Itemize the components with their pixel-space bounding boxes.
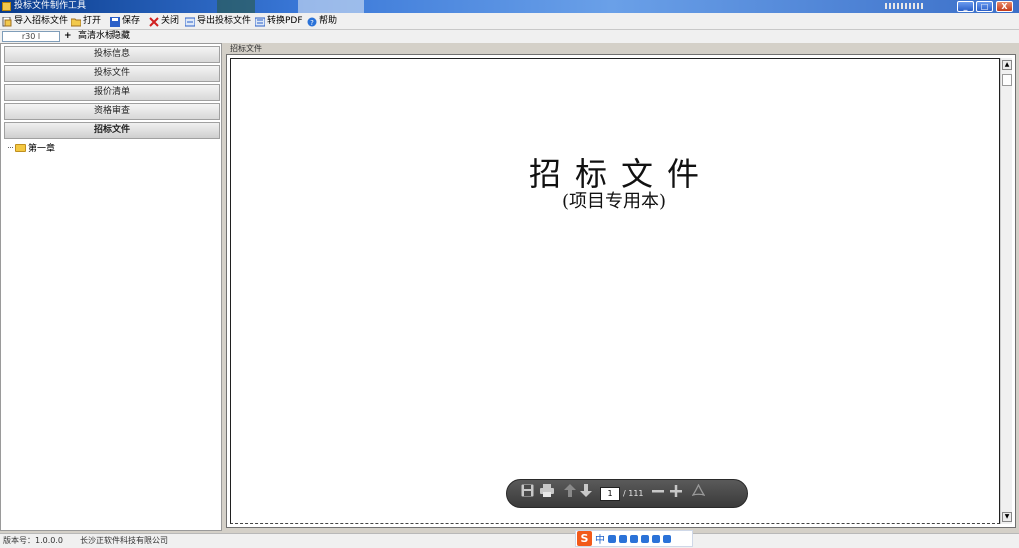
sidebar-item-bid-info[interactable]: 投标信息 <box>4 46 220 63</box>
document-subtitle: (项目专用本) <box>561 191 667 212</box>
save-button[interactable]: 保存 <box>110 15 140 28</box>
zoom-out-icon[interactable] <box>651 479 664 508</box>
open-button[interactable]: 打开 <box>70 15 102 28</box>
tree-node[interactable]: 第一章 <box>8 141 55 154</box>
ime-toolbar: S 中 <box>575 530 693 547</box>
maximize-button[interactable]: □ <box>976 1 993 12</box>
help-icon: ? <box>307 17 317 27</box>
moon-icon[interactable] <box>608 534 616 543</box>
open-label: 打开 <box>83 16 102 26</box>
keyboard-icon[interactable] <box>630 534 638 543</box>
user-icon[interactable] <box>641 534 649 543</box>
hd-watermark-option[interactable]: 高清水标 <box>78 30 114 43</box>
folder-icon <box>15 143 26 152</box>
pdf-toolbar: 1 / 111 <box>506 479 748 508</box>
status-bar: 版本号：1.0.0.0 长沙正软件科技有限公司 <box>0 533 1019 548</box>
options-row: r30 l + 高清水标 隐藏 <box>0 30 1019 43</box>
skin-icon[interactable] <box>652 534 660 543</box>
punctuation-icon[interactable] <box>619 534 627 543</box>
save-icon <box>110 16 120 27</box>
prev-page-icon[interactable] <box>564 479 576 508</box>
pdf-icon <box>254 17 266 27</box>
scroll-thumb[interactable] <box>1002 74 1012 86</box>
sidebar-item-qualification[interactable]: 资格审查 <box>4 103 220 120</box>
tree-connector <box>8 147 13 148</box>
sogou-logo-icon[interactable]: S <box>577 531 592 546</box>
scroll-up-button[interactable]: ▲ <box>1002 60 1012 70</box>
import-icon <box>2 16 12 27</box>
titlebar-decoration <box>298 0 364 13</box>
titlebar-decoration <box>217 0 255 13</box>
document-viewer: 招标文件 (项目专用本) ▲ ▼ <box>226 54 1016 528</box>
svg-text:?: ? <box>310 19 314 27</box>
sidebar-item-tender-document[interactable]: 招标文件 <box>4 122 220 139</box>
pdf-label: 转换PDF <box>267 16 303 26</box>
page-number-input[interactable]: 1 <box>600 486 620 501</box>
version-label: 版本号：1.0.0.0 <box>3 536 63 545</box>
close-icon <box>149 16 159 27</box>
window-title: 投标文件制作工具 <box>14 1 87 11</box>
plus-button[interactable]: + <box>64 30 72 43</box>
help-label: 帮助 <box>319 16 338 26</box>
print-icon[interactable] <box>540 479 554 508</box>
export-bid-button[interactable]: 导出投标文件 <box>184 15 252 28</box>
acrobat-icon[interactable] <box>690 479 706 508</box>
tray-indicator <box>885 3 923 9</box>
export-label: 导出投标文件 <box>197 16 252 26</box>
pdf-save-icon[interactable] <box>521 479 534 508</box>
sidebar-item-price-list[interactable]: 报价清单 <box>4 84 220 101</box>
export-icon <box>184 17 196 27</box>
sidebar-item-bid-document[interactable]: 投标文件 <box>4 65 220 82</box>
vertical-scrollbar[interactable]: ▲ ▼ <box>1000 58 1012 524</box>
hide-option[interactable]: 隐藏 <box>112 30 130 43</box>
app-icon <box>2 2 11 11</box>
convert-pdf-button[interactable]: 转换PDF <box>254 15 303 28</box>
page-total: / 111 <box>623 489 644 498</box>
company-label: 长沙正软件科技有限公司 <box>80 536 168 545</box>
close-doc-button[interactable]: 关闭 <box>149 15 179 28</box>
next-page-icon[interactable] <box>580 479 592 508</box>
import-tender-button[interactable]: 导入招标文件 <box>2 15 68 28</box>
zoom-combo[interactable]: r30 l <box>2 31 60 42</box>
save-label: 保存 <box>122 16 141 26</box>
title-bar: 投标文件制作工具 _ □ X <box>0 0 1019 13</box>
main-toolbar: 导入招标文件 打开 保存 关闭 导出投标文件 转换PDF ? 帮助 <box>0 13 1019 30</box>
document-caption: 招标文件 <box>230 44 262 53</box>
minimize-button[interactable]: _ <box>957 1 974 12</box>
folder-open-icon <box>70 17 82 27</box>
ime-mode-label[interactable]: 中 <box>595 531 605 546</box>
zoom-in-icon[interactable] <box>669 479 682 508</box>
document-page: 招标文件 (项目专用本) <box>230 58 1000 524</box>
wrench-icon[interactable] <box>663 534 671 543</box>
help-button[interactable]: ? 帮助 <box>307 15 337 28</box>
close-label: 关闭 <box>161 16 180 26</box>
import-label: 导入招标文件 <box>14 16 69 26</box>
left-panel: 投标信息 投标文件 报价清单 资格审查 招标文件 第一章 <box>0 43 222 531</box>
tree-node-label: 第一章 <box>28 144 56 154</box>
scroll-down-button[interactable]: ▼ <box>1002 512 1012 522</box>
close-window-button[interactable]: X <box>996 1 1013 12</box>
